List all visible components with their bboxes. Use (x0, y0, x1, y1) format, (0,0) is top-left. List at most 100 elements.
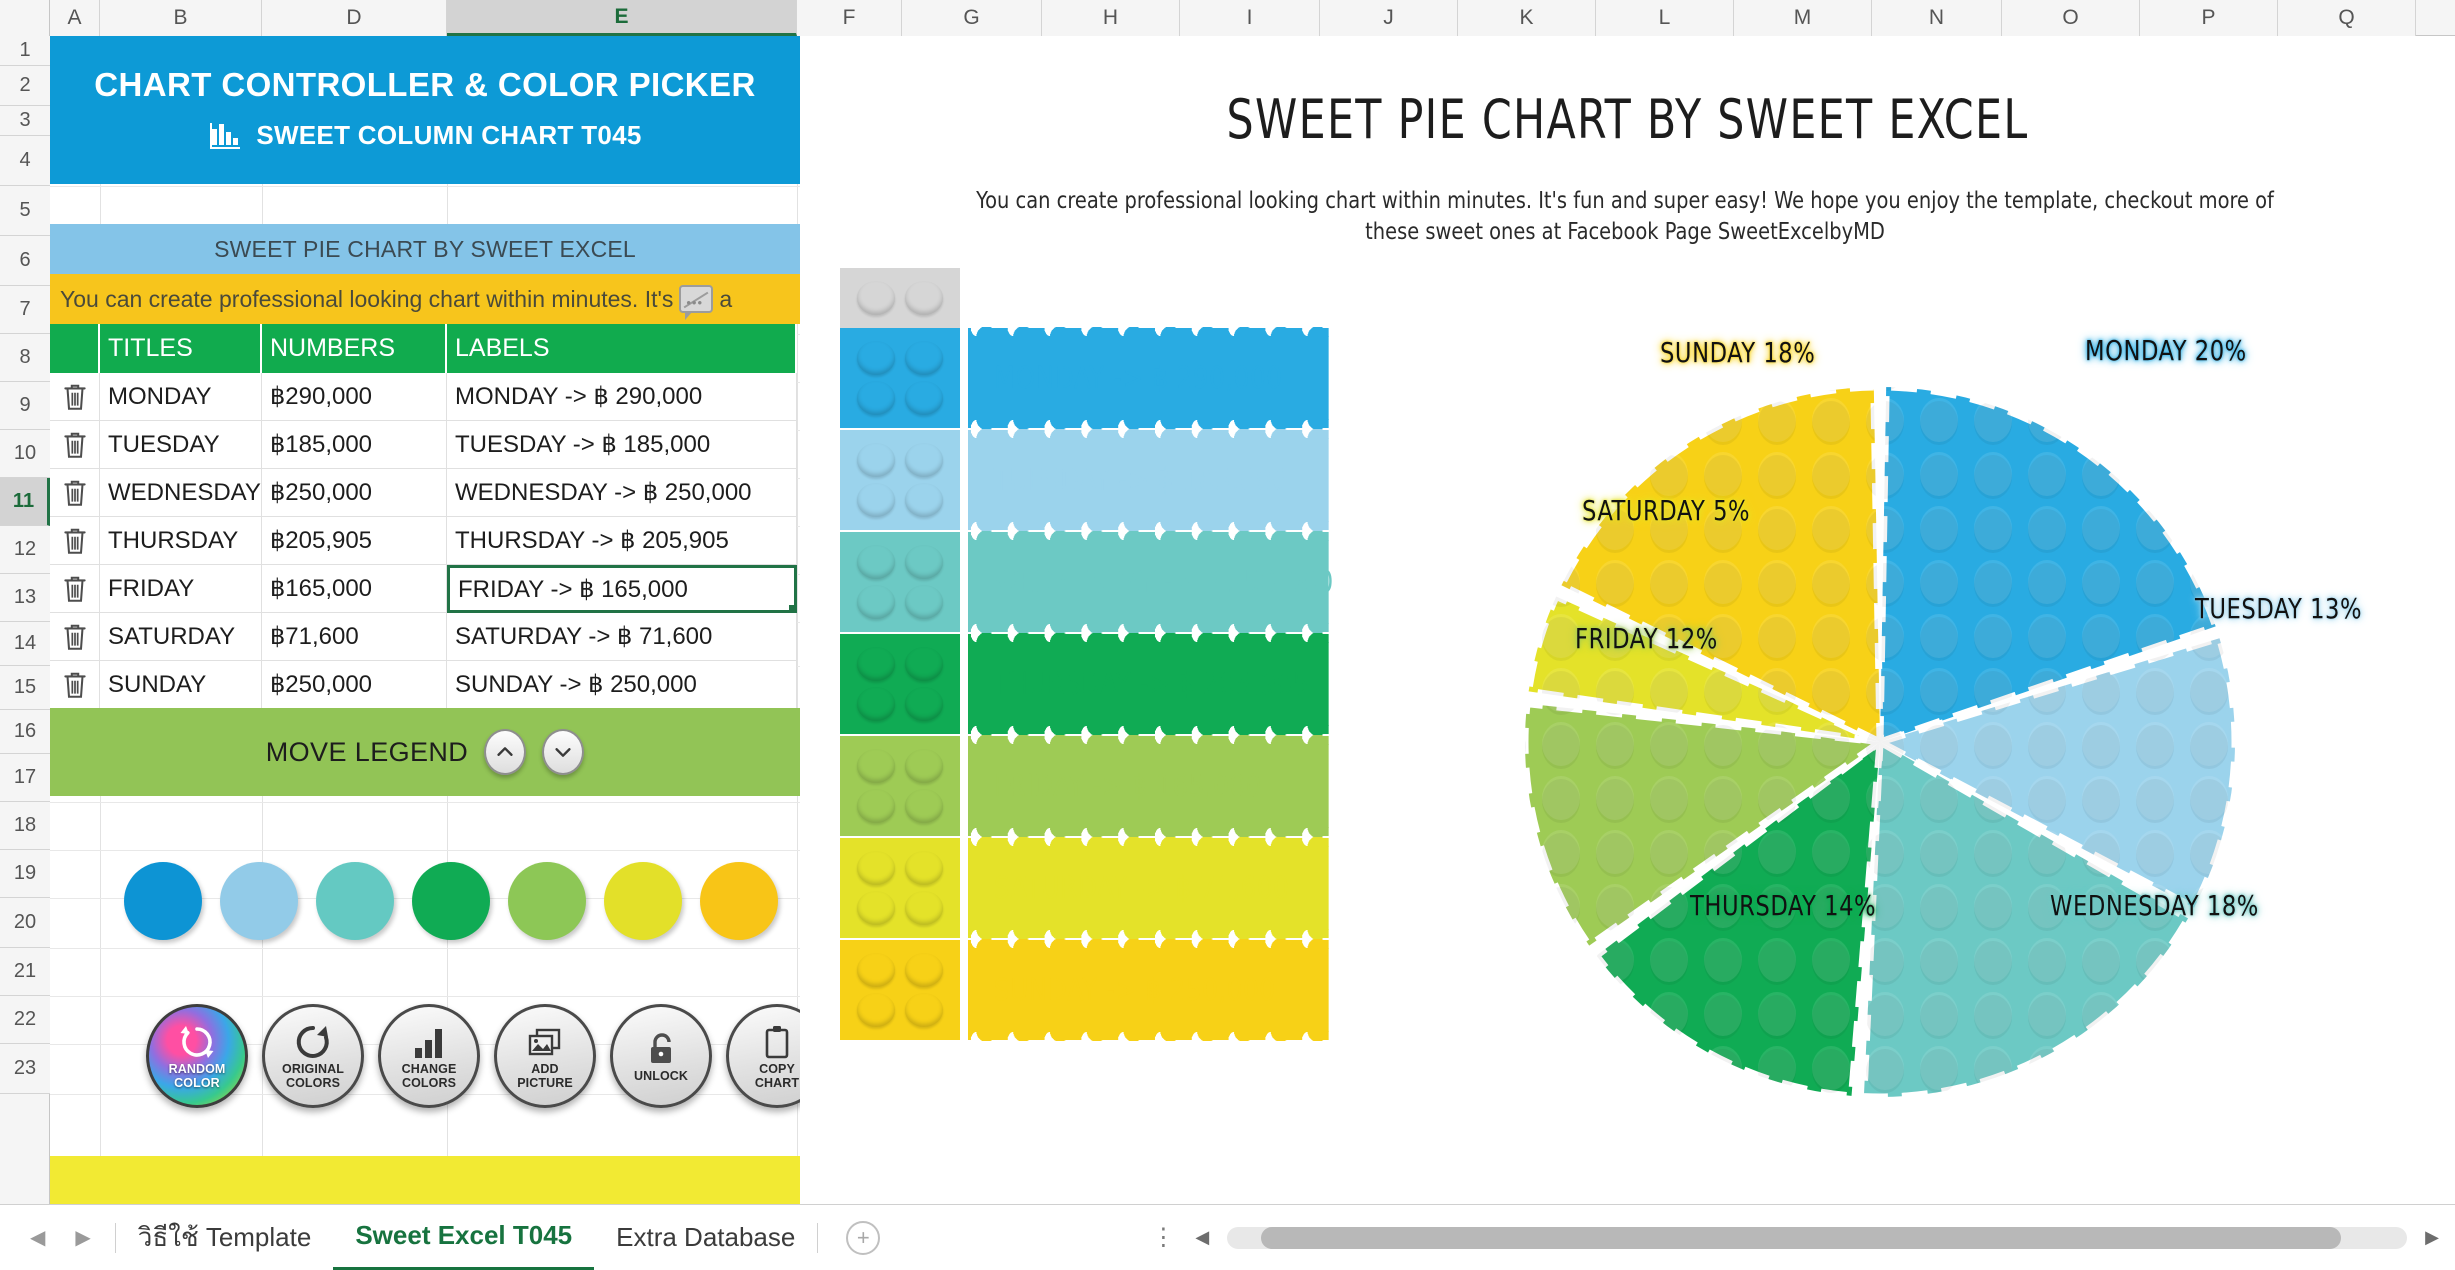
cell-number[interactable]: ฿165,000 (262, 565, 447, 613)
cell-number[interactable]: ฿205,905 (262, 517, 447, 565)
add-sheet-button[interactable]: + (846, 1220, 881, 1255)
column-header-P[interactable]: P (2140, 0, 2278, 36)
column-header-K[interactable]: K (1458, 0, 1596, 36)
cell-label[interactable]: WEDNESDAY -> ฿ 250,000 (447, 469, 797, 517)
cell-title[interactable]: MONDAY (100, 373, 262, 421)
row-header-15[interactable]: 15 (0, 666, 50, 710)
row-header-3[interactable]: 3 (0, 106, 50, 136)
row-header-7[interactable]: 7 (0, 286, 50, 334)
cell-number[interactable]: ฿71,600 (262, 613, 447, 661)
row-header-5[interactable]: 5 (0, 186, 50, 236)
color-swatch-3[interactable] (316, 862, 394, 940)
select-all-corner[interactable] (0, 0, 50, 36)
cell-label[interactable]: FRIDAY -> ฿ 165,000 (447, 565, 797, 613)
delete-row-button[interactable] (50, 421, 100, 469)
table-header-titles: TITLES (100, 324, 262, 373)
row-header-20[interactable]: 20 (0, 898, 50, 948)
cell-title[interactable]: THURSDAY (100, 517, 262, 565)
color-swatch-2[interactable] (220, 862, 298, 940)
column-header-O[interactable]: O (2002, 0, 2140, 36)
row-header-14[interactable]: 14 (0, 622, 50, 666)
column-header-G[interactable]: G (902, 0, 1042, 36)
row-header-17[interactable]: 17 (0, 754, 50, 802)
row-header-9[interactable]: 9 (0, 382, 50, 430)
column-header-Q[interactable]: Q (2278, 0, 2416, 36)
cell-number[interactable]: ฿290,000 (262, 373, 447, 421)
column-header-H[interactable]: H (1042, 0, 1180, 36)
row-header-10[interactable]: 10 (0, 430, 50, 478)
row-header-12[interactable]: 12 (0, 526, 50, 574)
color-swatch-5[interactable] (508, 862, 586, 940)
color-swatch-row (50, 846, 800, 956)
table-header-actions (50, 324, 100, 373)
cell-title[interactable]: WEDNESDAY (100, 469, 262, 517)
column-header-E[interactable]: E (447, 0, 797, 36)
table-row: SATURDAY ฿71,600 SATURDAY -> ฿ 71,600 (50, 613, 800, 661)
color-swatch-4[interactable] (412, 862, 490, 940)
cell-label[interactable]: SUNDAY -> ฿ 250,000 (447, 661, 797, 709)
row-header-21[interactable]: 21 (0, 948, 50, 996)
column-header-F[interactable]: F (797, 0, 902, 36)
delete-row-button[interactable] (50, 373, 100, 421)
column-header-M[interactable]: M (1734, 0, 1872, 36)
column-header-B[interactable]: B (100, 0, 262, 36)
row-header-4[interactable]: 4 (0, 136, 50, 186)
row-header-2[interactable]: 2 (0, 66, 50, 106)
cell-label[interactable]: THURSDAY -> ฿ 205,905 (447, 517, 797, 565)
cell-label[interactable]: MONDAY -> ฿ 290,000 (447, 373, 797, 421)
sheet-prev-button[interactable]: ◀ (30, 1225, 45, 1250)
cell-title[interactable]: TUESDAY (100, 421, 262, 469)
delete-row-button[interactable] (50, 469, 100, 517)
move-legend-down-button[interactable] (542, 729, 585, 775)
cell-number[interactable]: ฿185,000 (262, 421, 447, 469)
column-header-D[interactable]: D (262, 0, 447, 36)
row-header-18[interactable]: 18 (0, 802, 50, 850)
sheet-menu-button[interactable]: ⋮ (1151, 1223, 1177, 1252)
row-header-13[interactable]: 13 (0, 574, 50, 622)
change-colors-button[interactable]: CHANGE COLORS (378, 1004, 480, 1108)
panel-subtitle: SWEET COLUMN CHART T045 (256, 120, 642, 150)
add-picture-button[interactable]: ADD PICTURE (494, 1004, 596, 1108)
color-swatch-6[interactable] (604, 862, 682, 940)
cell-label[interactable]: SATURDAY -> ฿ 71,600 (447, 613, 797, 661)
unlock-button-button[interactable]: UNLOCK (610, 1004, 712, 1108)
sheet-tab-1[interactable]: วิธีใช้ Template (116, 1205, 334, 1270)
row-header-8[interactable]: 8 (0, 334, 50, 382)
cell-number[interactable]: ฿250,000 (262, 469, 447, 517)
row-header-16[interactable]: 16 (0, 710, 50, 754)
delete-row-button[interactable] (50, 613, 100, 661)
color-swatch-1[interactable] (124, 862, 202, 940)
move-legend-up-button[interactable] (484, 729, 527, 775)
column-header-J[interactable]: J (1320, 0, 1458, 36)
column-header-N[interactable]: N (1872, 0, 2002, 36)
cell-title[interactable]: FRIDAY (100, 565, 262, 613)
random-color-button[interactable]: RANDOM COLOR (146, 1004, 248, 1108)
delete-row-button[interactable] (50, 661, 100, 709)
row-header-6[interactable]: 6 (0, 236, 50, 286)
row-header-1[interactable]: 1 (0, 36, 50, 66)
cell-number[interactable]: ฿250,000 (262, 661, 447, 709)
delete-row-button[interactable] (50, 517, 100, 565)
cell-title[interactable]: SATURDAY (100, 613, 262, 661)
color-swatch-7[interactable] (700, 862, 778, 940)
cell-label[interactable]: TUESDAY -> ฿ 185,000 (447, 421, 797, 469)
scroll-left-button[interactable]: ◀ (1195, 1227, 1209, 1248)
column-header-I[interactable]: I (1180, 0, 1320, 36)
row-header-11[interactable]: 11 (0, 478, 50, 526)
legend-swatch (840, 634, 960, 734)
row-header-22[interactable]: 22 (0, 996, 50, 1044)
column-header-A[interactable]: A (50, 0, 100, 36)
legend-label: TUESDAY -> ฿ 185,000 (968, 429, 1329, 531)
horizontal-scrollbar[interactable] (1227, 1226, 2408, 1249)
row-header-23[interactable]: 23 (0, 1044, 50, 1094)
original-colors-button[interactable]: ORIGINAL COLORS (262, 1004, 364, 1108)
row-header-19[interactable]: 19 (0, 850, 50, 898)
sheet-tab-2[interactable]: Sweet Excel T045 (333, 1205, 595, 1270)
delete-row-button[interactable] (50, 565, 100, 613)
cell-title[interactable]: SUNDAY (100, 661, 262, 709)
column-header-L[interactable]: L (1596, 0, 1734, 36)
sheet-next-button[interactable]: ▶ (75, 1225, 90, 1250)
scroll-right-button[interactable]: ▶ (2425, 1227, 2439, 1248)
chart-legend: MONDAY -> ฿ 290,000 TUESDAY -> ฿ 185,000 W… (840, 268, 1360, 1042)
sheet-tab-3[interactable]: Extra Database (594, 1205, 817, 1270)
